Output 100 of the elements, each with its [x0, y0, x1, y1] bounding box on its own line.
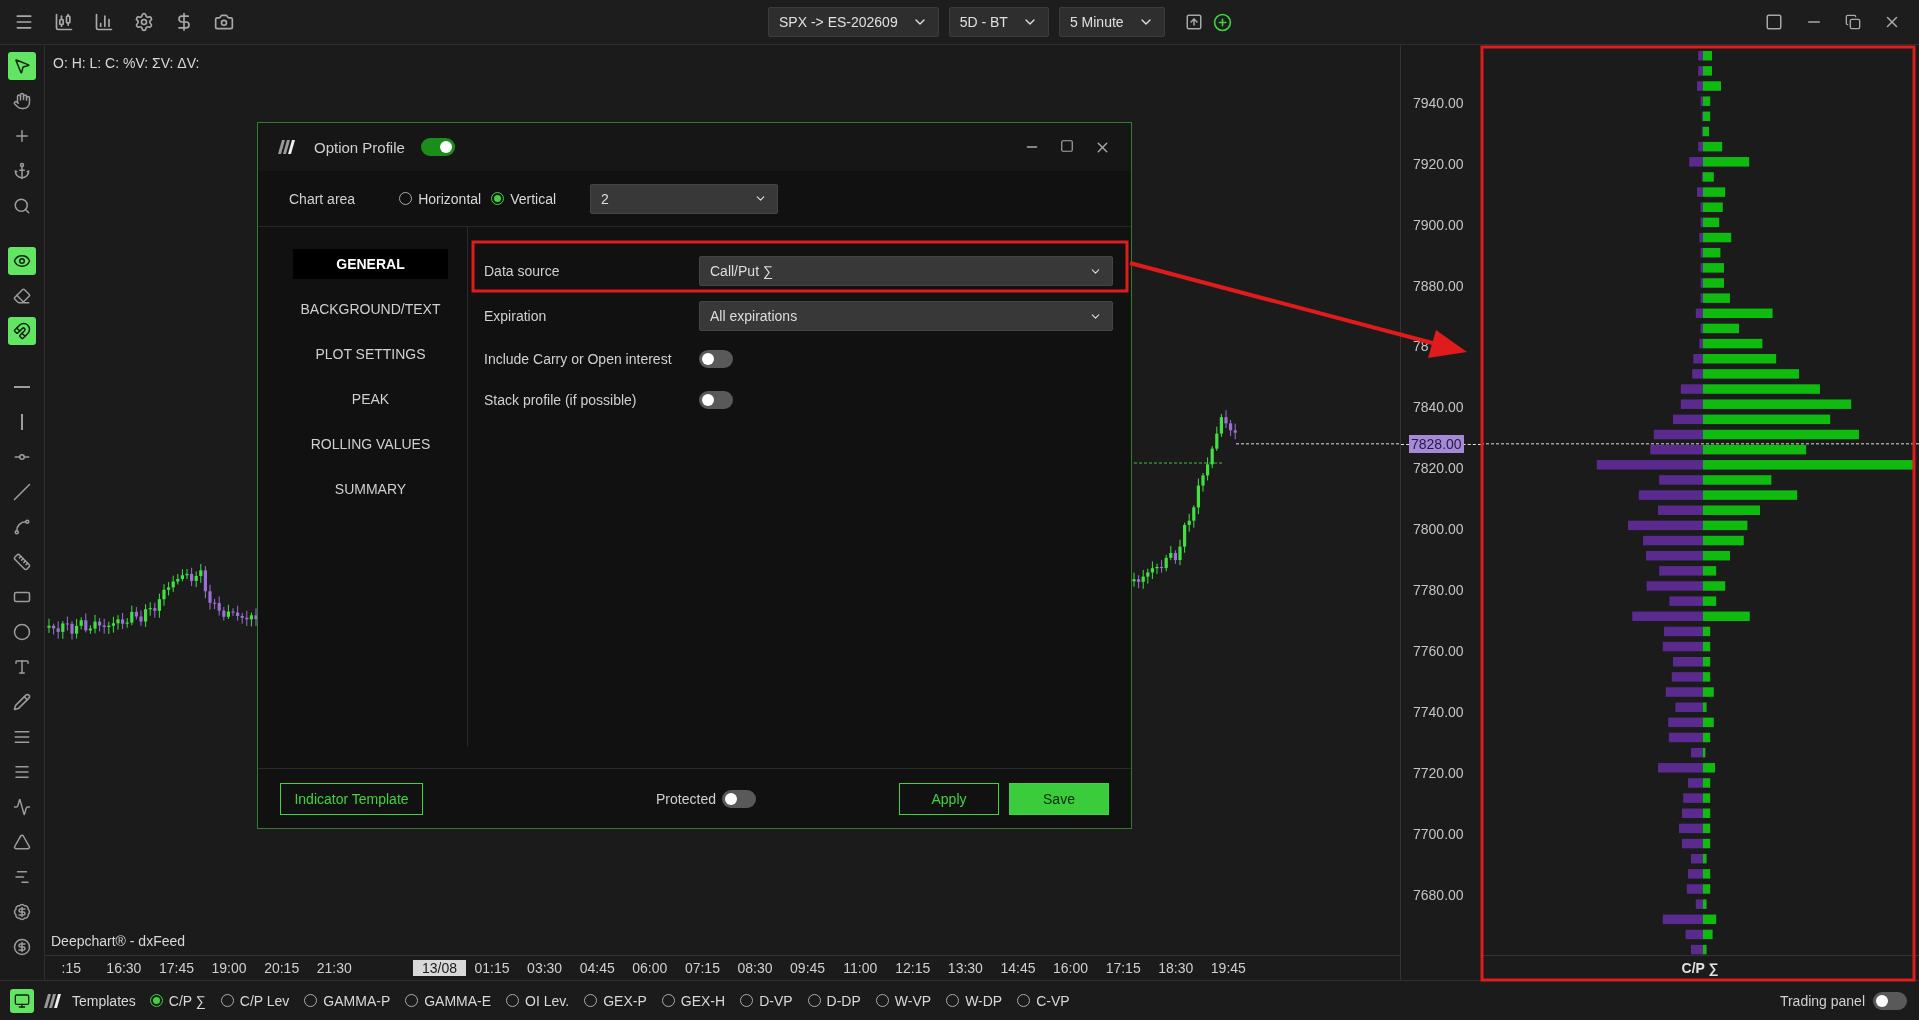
- time-axis-label: 12:15: [894, 960, 932, 976]
- apply-button[interactable]: Apply: [899, 782, 999, 815]
- price-axis-label: 7820.00: [1413, 460, 1464, 477]
- settings-icon[interactable]: [134, 12, 154, 32]
- template-radio[interactable]: GEX-P: [584, 992, 647, 1009]
- eraser-icon: [13, 287, 31, 305]
- price-axis-label: 7940.00: [1413, 94, 1464, 111]
- orientation-radio[interactable]: Vertical: [491, 190, 557, 207]
- trading-panel-toggle[interactable]: [1873, 991, 1907, 1010]
- layout-button[interactable]: [10, 988, 34, 1013]
- setting-dropdown[interactable]: Call/Put ∑: [699, 256, 1113, 286]
- pointer-tool[interactable]: [8, 52, 36, 80]
- chart-area-label: Chart area: [289, 190, 356, 207]
- save-button[interactable]: Save: [1009, 782, 1109, 815]
- add-icon[interactable]: [1212, 12, 1232, 32]
- time-axis-label: 13:30: [946, 960, 984, 976]
- template-radio[interactable]: GAMMA-E: [405, 992, 492, 1009]
- setting-label: Stack profile (if possible): [484, 392, 638, 408]
- setting-dropdown[interactable]: All expirations: [699, 301, 1113, 331]
- eye-tool[interactable]: [8, 247, 36, 275]
- price-axis-label: 7740.00: [1413, 703, 1464, 720]
- lines-icon: [13, 728, 31, 746]
- dollar-badge-icon: [13, 903, 31, 921]
- restore-icon[interactable]: [1845, 14, 1861, 30]
- time-axis-label: 19:45: [1209, 960, 1247, 976]
- time-axis-label: 08:30: [736, 960, 774, 976]
- time-axis-label: 18:30: [1157, 960, 1195, 976]
- pencil-icon: [13, 693, 31, 711]
- settings-tab[interactable]: GENERAL: [293, 249, 448, 279]
- price-axis-label: 7700.00: [1413, 825, 1464, 842]
- menu-lines-icon: [13, 763, 31, 781]
- template-radio[interactable]: GAMMA-P: [304, 992, 391, 1009]
- camera-icon[interactable]: [214, 12, 234, 32]
- data-source-label: Deepchart® - dxFeed: [51, 933, 186, 949]
- template-radio[interactable]: OI Lev.: [506, 992, 570, 1009]
- price-axis-label: 7880.00: [1413, 277, 1464, 294]
- price-axis-label: 7760.00: [1413, 642, 1464, 659]
- time-axis-label: 11:00: [842, 960, 879, 976]
- symbol-dropdown[interactable]: 5 Minute: [1058, 7, 1165, 37]
- price-axis-label: 7720.00: [1413, 764, 1464, 781]
- settings-tab[interactable]: ROLLING VALUES: [293, 429, 448, 459]
- template-radio[interactable]: GEX-H: [661, 992, 726, 1009]
- template-radio[interactable]: C/P ∑: [149, 992, 206, 1009]
- setting-toggle[interactable]: [699, 350, 733, 368]
- crosshair-icon: [13, 127, 31, 145]
- time-axis-label: 17:45: [157, 960, 195, 976]
- enable-toggle[interactable]: [420, 138, 455, 156]
- settings-tab[interactable]: PEAK: [293, 384, 448, 414]
- time-axis-label: 13/08: [413, 960, 466, 976]
- search-icon: [13, 197, 31, 215]
- symbol-dropdown[interactable]: SPX -> ES-202609: [768, 7, 939, 37]
- price-axis-label: 7780.00: [1413, 582, 1464, 598]
- time-axis-label: 16:00: [1052, 960, 1090, 976]
- triangle-icon: [13, 833, 31, 851]
- layout-icon[interactable]: [1765, 13, 1783, 31]
- template-radio[interactable]: C-VP: [1017, 992, 1070, 1009]
- time-axis-label: 09:45: [789, 960, 827, 976]
- wave-icon: [13, 798, 31, 816]
- price-axis-label: 7840.00: [1413, 399, 1464, 416]
- orientation-radio[interactable]: Horizontal: [399, 190, 482, 207]
- time-axis-label: 01:15: [473, 960, 511, 976]
- protected-toggle[interactable]: [721, 789, 756, 808]
- bar-chart-icon[interactable]: [94, 12, 114, 32]
- price-axis-label: 7920.00: [1413, 155, 1464, 172]
- pointer-icon: [13, 57, 31, 75]
- anchor-icon: [13, 162, 31, 180]
- time-axis-label: 20:15: [263, 960, 301, 976]
- current-price-tag: 7828.00: [1409, 434, 1464, 453]
- template-radio[interactable]: W-DP: [946, 992, 1003, 1009]
- gantt-icon: [13, 868, 31, 886]
- horizontal-line-icon: [14, 386, 30, 388]
- ohlc-legend: O: H: L: C: %V: ΣV: ΔV:: [53, 55, 200, 71]
- profile-label: C/P ∑: [1481, 955, 1919, 980]
- setting-label: Include Carry or Open interest: [484, 351, 673, 367]
- menu-icon[interactable]: [14, 12, 34, 32]
- settings-tab[interactable]: PLOT SETTINGS: [293, 339, 448, 369]
- template-radio[interactable]: D-DP: [807, 992, 861, 1009]
- time-axis-label: 06:00: [631, 960, 669, 976]
- hand-icon: [13, 92, 31, 110]
- export-icon[interactable]: [1184, 13, 1203, 31]
- templates-logo-icon: [44, 993, 64, 1008]
- chart-area-dropdown[interactable]: 2: [590, 183, 779, 214]
- setting-label: Expiration: [484, 308, 548, 324]
- ellipse-icon: [13, 623, 31, 641]
- settings-tab[interactable]: BACKGROUND/TEXT: [293, 294, 448, 324]
- candlestick-icon[interactable]: [54, 12, 74, 32]
- magnet-tool[interactable]: [8, 317, 36, 345]
- symbol-dropdown[interactable]: 5D - BT: [948, 7, 1049, 37]
- template-radio[interactable]: D-VP: [740, 992, 793, 1009]
- time-axis-label: 17:15: [1104, 960, 1142, 976]
- indicator-template-button[interactable]: Indicator Template: [280, 782, 423, 815]
- template-radio[interactable]: C/P Lev: [220, 992, 290, 1009]
- setting-toggle[interactable]: [699, 391, 733, 409]
- template-radio[interactable]: W-VP: [875, 992, 932, 1009]
- dialog-title: Option Profile: [314, 138, 405, 156]
- settings-tab[interactable]: SUMMARY: [293, 474, 448, 504]
- line-icon: [13, 483, 31, 501]
- monitor-icon: [14, 992, 30, 1009]
- trading-panel-label: Trading panel: [1779, 992, 1865, 1009]
- time-axis-label: :15: [60, 960, 83, 976]
